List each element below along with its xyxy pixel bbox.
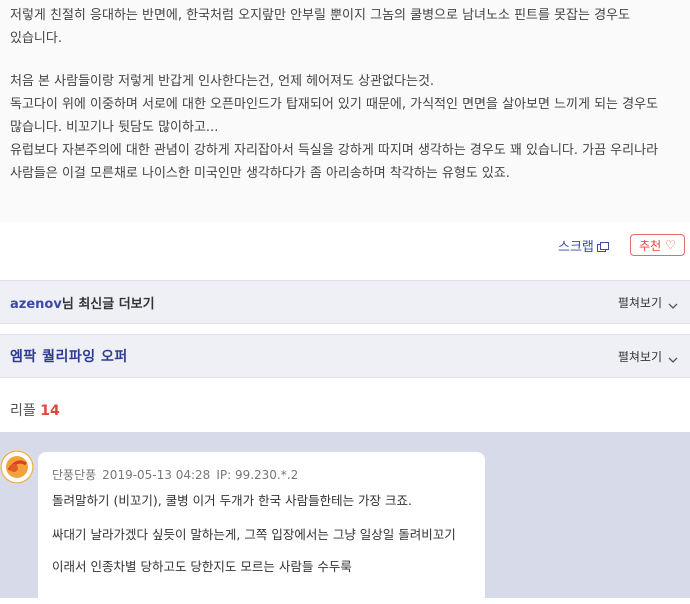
expand-button[interactable]: 펼쳐보기 <box>618 294 678 311</box>
article-body: 저렇게 친절히 응대하는 반면에, 한국처럼 오지랖만 안부릴 뿐이지 그놈의 … <box>0 0 690 222</box>
comment-datetime: 2019-05-13 04:28 <box>102 468 211 482</box>
comment-meta: 단풍단풍 2019-05-13 04:28 IP: 99.230.*.2 <box>52 466 298 483</box>
emp-bar-title: 엠팍 퀄리파잉 오퍼 <box>10 349 128 365</box>
comment-text-line: 돌려말하기 (비꼬기), 쿨병 이거 두개가 한국 사람들한테는 가장 크죠. <box>52 493 412 508</box>
comment-author[interactable]: 단풍단풍 <box>52 468 96 482</box>
comment-item: 단풍단풍 2019-05-13 04:28 IP: 99.230.*.2 돌려말하기… <box>38 452 485 604</box>
emp-qualifying-offer-bar[interactable]: 엠팍 퀄리파잉 오퍼 펼쳐보기 <box>0 334 690 378</box>
scrap-button[interactable]: 스크랩 <box>558 236 609 255</box>
heart-icon: ♡ <box>665 238 676 252</box>
comment-list: 단풍단풍 2019-05-13 04:28 IP: 99.230.*.2 돌려말하기… <box>0 432 690 604</box>
reply-label: 리플 <box>10 403 36 419</box>
reply-count-header: 리플 14 <box>10 400 60 420</box>
article-actions: 스크랩 추천 ♡ <box>0 222 690 280</box>
user-more-posts-title: azenov님 최신글 더보기 <box>10 293 155 312</box>
user-more-posts-bar[interactable]: azenov님 최신글 더보기 펼쳐보기 <box>0 280 690 324</box>
scrap-label: 스크랩 <box>558 240 594 255</box>
scrap-icon <box>596 241 609 252</box>
username[interactable]: azenov <box>10 297 62 312</box>
recommend-label: 추천 <box>639 238 662 253</box>
expand-label: 펼쳐보기 <box>617 296 662 310</box>
expand-label: 펼쳐보기 <box>617 350 662 364</box>
avatar <box>0 450 34 484</box>
chevron-down-icon <box>668 299 678 309</box>
expand-button[interactable]: 펼쳐보기 <box>618 348 678 365</box>
chevron-down-icon <box>668 353 678 363</box>
comment-text-line: 싸대기 날라가겠다 싶듯이 말하는게, 그쪽 입장에서는 그냥 일상일 돌려비꼬… <box>52 527 456 542</box>
recommend-button[interactable]: 추천 ♡ <box>630 234 685 256</box>
reply-count: 14 <box>40 403 60 419</box>
comment-ip: IP: 99.230.*.2 <box>216 468 299 482</box>
article-paragraph: 처음 본 사람들이랑 저렇게 반갑게 인사한다는건, 언제 헤어져도 상관없다는… <box>10 74 659 181</box>
comment-text-line: 이래서 인종차별 당하고도 당한지도 모르는 사람들 수두룩 <box>52 559 352 574</box>
more-posts-suffix: 님 최신글 더보기 <box>61 297 155 312</box>
article-paragraph: 저렇게 친절히 응대하는 반면에, 한국처럼 오지랖만 안부릴 뿐이지 그놈의 … <box>10 8 630 46</box>
